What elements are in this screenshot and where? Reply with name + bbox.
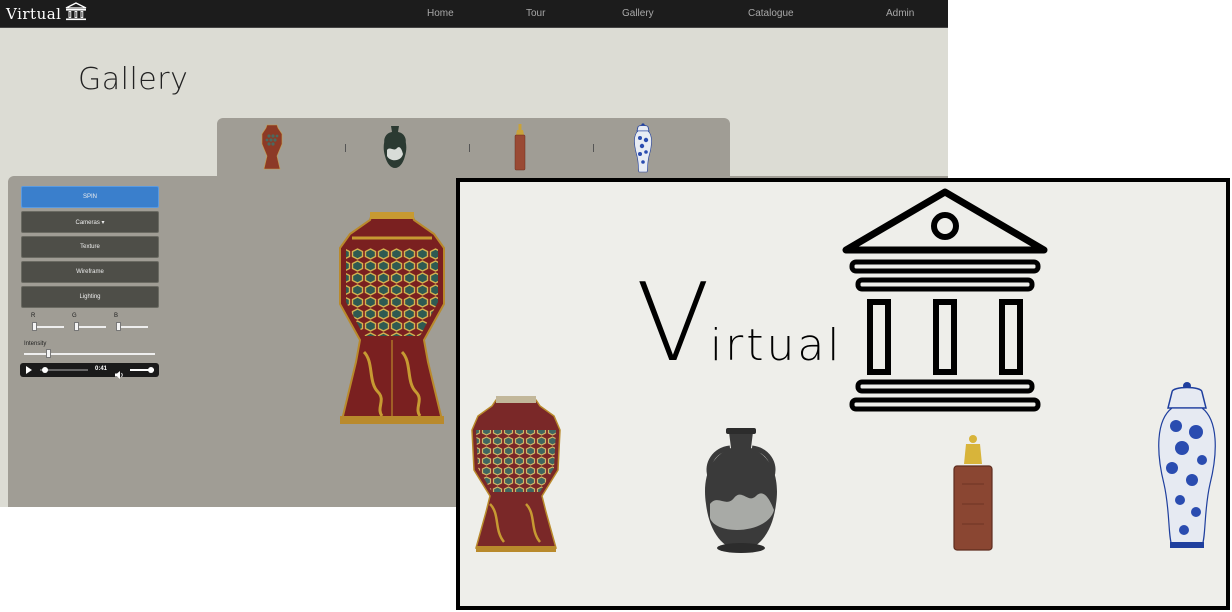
card-blue-white-jar: [1152, 380, 1222, 557]
card-hexagonal-vase: [470, 396, 562, 561]
blue-slider-label: B: [114, 313, 119, 319]
museum-icon: [64, 1, 88, 27]
thumbnail-square-bottle[interactable]: [500, 122, 540, 176]
blue-slider-thumb[interactable]: [116, 322, 121, 331]
brand-text: Virtual: [6, 5, 62, 23]
wireframe-button[interactable]: Wireframe: [21, 261, 159, 283]
green-slider-thumb[interactable]: [74, 322, 79, 331]
museum-building-icon: [840, 188, 1050, 419]
intensity-slider-thumb[interactable]: [45, 349, 51, 358]
3d-vase-model[interactable]: [338, 212, 446, 433]
texture-button[interactable]: Texture: [21, 236, 159, 258]
nav-tour[interactable]: Tour: [526, 8, 545, 19]
brand-logo[interactable]: Virtual: [6, 1, 88, 27]
volume-icon[interactable]: [115, 366, 125, 384]
card-square-bottle: [948, 434, 998, 559]
virtual-museum-logo-card: Virtual: [456, 178, 1230, 610]
nav-catalogue[interactable]: Catalogue: [748, 8, 794, 19]
top-navbar: Virtual Home Tour Gallery Catalogue Admi…: [0, 0, 948, 28]
red-slider-thumb[interactable]: [32, 322, 37, 331]
page-title: Gallery: [78, 62, 189, 97]
intensity-slider-label: Intensity: [24, 341, 47, 347]
intensity-slider-track[interactable]: [24, 353, 155, 355]
lighting-button[interactable]: Lighting: [21, 286, 159, 308]
audio-progress-knob[interactable]: [42, 367, 49, 373]
cameras-dropdown[interactable]: Cameras ▾: [21, 211, 159, 233]
thumbnail-strip: [217, 118, 730, 178]
thumbnail-blue-white-jar[interactable]: [623, 122, 663, 176]
logo-wordmark: Virtual: [636, 270, 843, 378]
card-portland-vase: [696, 426, 786, 561]
audio-time: 0:41: [95, 366, 108, 372]
thumbnail-divider: [469, 144, 470, 152]
nav-home[interactable]: Home: [427, 8, 454, 19]
audio-player: 0:41: [20, 363, 159, 379]
nav-gallery[interactable]: Gallery: [622, 8, 654, 19]
logo-letter-v: V: [636, 261, 710, 386]
red-slider-label: R: [31, 313, 36, 319]
green-slider-label: G: [72, 313, 77, 319]
volume-knob[interactable]: [148, 367, 155, 373]
spin-button[interactable]: SPIN: [21, 186, 159, 208]
nav-admin[interactable]: Admin: [886, 8, 914, 19]
thumbnail-divider: [593, 144, 594, 152]
thumbnail-divider: [345, 144, 346, 152]
thumbnail-hexagonal-vase[interactable]: [252, 122, 292, 176]
thumbnail-portland-vase[interactable]: [375, 122, 415, 176]
logo-wordmark-rest: irtual: [709, 320, 843, 371]
play-icon[interactable]: [26, 366, 32, 374]
